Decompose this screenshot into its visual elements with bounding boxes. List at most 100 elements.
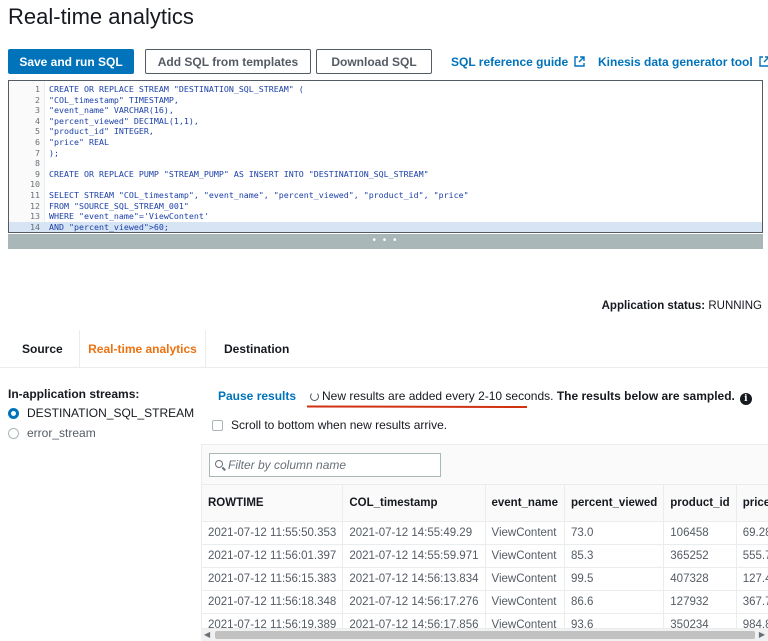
code-line[interactable]: 8 [9, 158, 762, 168]
code-line[interactable]: 12 FROM "SOURCE_SQL_STREAM_001" [9, 201, 762, 211]
results-notice: New results are added every 2-10 seconds… [310, 389, 752, 405]
code-text[interactable]: ); [49, 148, 59, 158]
column-header[interactable]: ROWTIME [202, 484, 343, 522]
scroll-left-icon[interactable]: ◀ [204, 630, 210, 639]
line-number: 14 [30, 221, 40, 232]
code-text[interactable]: CREATE OR REPLACE STREAM "DESTINATION_SQ… [49, 84, 304, 94]
code-text[interactable]: "percent_viewed" DECIMAL(1,1), [49, 116, 199, 126]
kinesis-generator-link[interactable]: Kinesis data generator tool [598, 55, 768, 70]
table-row: 2021-07-12 11:56:18.348 2021-07-12 14:56:… [202, 590, 768, 614]
code-text[interactable]: FROM "SOURCE_SQL_STREAM_001" [49, 201, 189, 211]
code-line[interactable]: 7); [9, 148, 762, 158]
tab-bar: Source Real-time analytics Destination [0, 330, 768, 368]
column-header[interactable]: COL_timestamp [342, 484, 485, 522]
code-line[interactable]: 5 "product_id" INTEGER, [9, 126, 762, 136]
results-notice-text: New results are added every 2-10 seconds… [322, 389, 554, 403]
editor-toolbar: Save and run SQL Add SQL from templates … [8, 49, 768, 75]
code-text[interactable]: AND "percent_viewed">60; [49, 222, 169, 232]
info-icon[interactable]: i [739, 393, 752, 405]
table-cell: ViewContent [484, 590, 565, 614]
table-cell: 367.76 [735, 590, 768, 614]
search-icon [215, 460, 223, 468]
line-number: 4 [35, 115, 40, 126]
scroll-to-bottom-label: Scroll to bottom when new results arrive… [231, 418, 448, 432]
sql-reference-link[interactable]: SQL reference guide [451, 55, 585, 70]
table-row: 2021-07-12 11:56:01.397 2021-07-12 14:55:… [202, 544, 768, 568]
kinesis-generator-label: Kinesis data generator tool [598, 55, 753, 69]
table-cell: 365252 [663, 544, 737, 568]
code-text[interactable]: SELECT STREAM "COL_timestamp", "event_na… [49, 190, 469, 200]
column-header[interactable]: percent_viewed [563, 484, 664, 522]
table-cell: 99.5 [563, 567, 664, 591]
stream-option-error[interactable]: error_stream [8, 426, 96, 440]
table-cell: 127.4 [735, 567, 768, 591]
table-cell: 127932 [663, 590, 737, 614]
editor-resize-handle[interactable]: • • • [8, 234, 763, 249]
code-line[interactable]: 10 [9, 179, 762, 189]
line-number: 8 [35, 158, 40, 169]
code-text[interactable]: "price" REAL [49, 137, 109, 147]
code-line[interactable]: 13 WHERE "event_name"='ViewContent' [9, 211, 762, 221]
add-sql-templates-button[interactable]: Add SQL from templates [145, 49, 311, 74]
save-and-run-button[interactable]: Save and run SQL [8, 49, 134, 74]
code-text[interactable]: CREATE OR REPLACE PUMP "STREAM_PUMP" AS … [49, 169, 429, 179]
table-cell: 555.72 [735, 544, 768, 568]
results-sampled-text: The results below are sampled. [556, 389, 735, 403]
scroll-right-icon[interactable]: ▶ [759, 630, 765, 639]
table-cell: 73.0 [563, 521, 664, 545]
horizontal-scrollbar[interactable]: ◀ ▶ [201, 628, 768, 641]
table-row: 2021-07-12 11:55:50.353 2021-07-12 14:55:… [202, 521, 768, 545]
page-title: Real-time analytics [8, 4, 194, 29]
scrollbar-thumb[interactable] [215, 631, 755, 639]
tab-destination[interactable]: Destination [224, 330, 289, 367]
application-status-value: RUNNING [708, 300, 762, 312]
tab-source[interactable]: Source [22, 330, 63, 367]
application-status-label: Application status: [601, 300, 706, 312]
tab-real-time-analytics[interactable]: Real-time analytics [79, 330, 206, 367]
code-text[interactable]: "event_name" VARCHAR(16), [49, 105, 174, 115]
line-number: 10 [30, 179, 40, 190]
filter-placeholder: Filter by column name [228, 458, 347, 472]
table-cell: 2021-07-12 11:56:18.348 [202, 590, 343, 614]
code-line[interactable]: 4 "percent_viewed" DECIMAL(1,1), [9, 116, 762, 126]
filter-input[interactable]: Filter by column name [209, 453, 441, 477]
radio-unselected-icon[interactable] [8, 427, 19, 439]
line-number: 11 [30, 190, 40, 200]
code-line[interactable]: 6 "price" REAL [9, 137, 762, 147]
code-line[interactable]: 2 "COL_timestamp" TIMESTAMP, [9, 95, 762, 105]
download-sql-button[interactable]: Download SQL [316, 49, 432, 74]
code-line[interactable]: 9 CREATE OR REPLACE PUMP "STREAM_PUMP" AS… [9, 169, 762, 179]
table-cell: ViewContent [484, 567, 565, 591]
streams-heading: In-application streams: [8, 387, 140, 401]
stream-option-label: DESTINATION_SQL_STREAM [27, 406, 195, 420]
red-annotation-underline [306, 405, 528, 408]
table-cell: 2021-07-12 14:56:13.834 [342, 567, 485, 591]
sql-editor[interactable]: 1 CREATE OR REPLACE STREAM "DESTINATION_S… [8, 80, 763, 233]
table-cell: 86.6 [563, 590, 664, 614]
table-cell: ViewContent [484, 521, 565, 545]
table-cell: 2021-07-12 11:55:50.353 [202, 521, 343, 545]
table-cell: 2021-07-12 14:56:17.276 [342, 590, 485, 614]
code-text[interactable]: WHERE "event_name"='ViewContent' [49, 211, 209, 221]
results-table: ROWTIME COL_timestamp event_name percent_vi… [202, 484, 768, 637]
stream-option-destination[interactable]: DESTINATION_SQL_STREAM [8, 406, 194, 420]
table-cell: 2021-07-12 14:55:59.971 [342, 544, 485, 568]
column-header[interactable]: product_id [663, 484, 737, 522]
column-header[interactable]: event_name [484, 484, 565, 522]
sql-reference-label: SQL reference guide [451, 55, 569, 69]
table-cell: 69.28 [735, 521, 768, 545]
code-text[interactable]: "COL_timestamp" TIMESTAMP, [49, 95, 179, 105]
code-text[interactable]: "product_id" INTEGER, [49, 126, 154, 136]
line-number: 3 [35, 105, 40, 116]
code-line[interactable]: 3 "event_name" VARCHAR(16), [9, 105, 762, 115]
line-number: 13 [30, 211, 40, 222]
pause-results-link[interactable]: Pause results [218, 389, 296, 403]
checkbox-icon[interactable] [212, 419, 223, 431]
column-header[interactable]: price [735, 484, 768, 522]
scroll-to-bottom-checkbox[interactable]: Scroll to bottom when new results arrive… [212, 418, 447, 432]
code-line[interactable]: 14 AND "percent_viewed">60; [9, 221, 762, 232]
code-line[interactable]: 1 CREATE OR REPLACE STREAM "DESTINATION_S… [9, 84, 762, 94]
radio-selected-icon[interactable] [8, 407, 19, 419]
code-line[interactable]: 11 SELECT STREAM "COL_timestamp", "event_… [9, 190, 762, 200]
table-cell: 407328 [663, 567, 737, 591]
